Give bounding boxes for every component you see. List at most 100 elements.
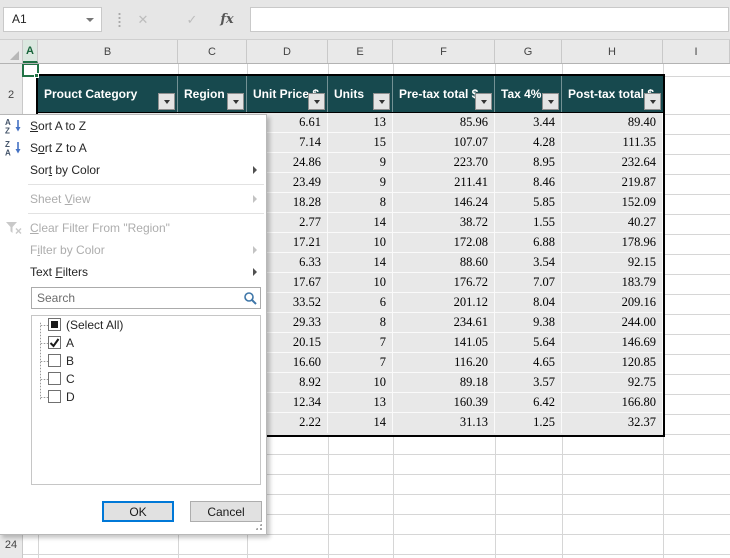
table-cell[interactable]: 3.57 <box>495 373 562 393</box>
menu-item-sort-a-to-z[interactable]: A Z Sort A to Z <box>0 115 266 137</box>
column-header-A[interactable]: A <box>23 40 38 63</box>
table-cell[interactable]: 14 <box>328 253 393 273</box>
table-cell[interactable]: 31.13 <box>393 413 495 433</box>
fill-handle[interactable] <box>34 73 39 78</box>
column-filter-button[interactable] <box>475 93 492 110</box>
filter-value-item[interactable]: (Select All) <box>32 316 260 334</box>
table-cell[interactable]: 8 <box>328 193 393 213</box>
table-cell[interactable]: 13 <box>328 113 393 133</box>
table-cell[interactable]: 3.44 <box>495 113 562 133</box>
menu-item-sort-by-color[interactable]: Sort by Color <box>0 159 266 181</box>
search-input[interactable] <box>31 287 261 309</box>
table-cell[interactable]: 10 <box>328 273 393 293</box>
table-cell[interactable]: 32.37 <box>562 413 663 433</box>
table-cell[interactable]: 176.72 <box>393 273 495 293</box>
table-cell[interactable]: 232.64 <box>562 153 663 173</box>
filter-value-item[interactable]: B <box>32 352 260 370</box>
table-cell[interactable]: 7 <box>328 333 393 353</box>
resize-grip[interactable] <box>254 522 263 531</box>
checkbox-checked[interactable] <box>48 336 61 349</box>
table-cell[interactable]: 1.55 <box>495 213 562 233</box>
table-cell[interactable]: 10 <box>328 373 393 393</box>
table-cell[interactable]: 6.88 <box>495 233 562 253</box>
table-cell[interactable]: 116.20 <box>393 353 495 373</box>
table-cell[interactable]: 89.40 <box>562 113 663 133</box>
table-cell[interactable]: 9.38 <box>495 313 562 333</box>
table-cell[interactable]: 166.80 <box>562 393 663 413</box>
column-header-H[interactable]: H <box>562 40 663 63</box>
column-header-D[interactable]: D <box>247 40 328 63</box>
table-cell[interactable]: 85.96 <box>393 113 495 133</box>
column-header-E[interactable]: E <box>328 40 393 63</box>
checkbox-unchecked[interactable] <box>48 390 61 403</box>
table-cell[interactable]: 14 <box>328 213 393 233</box>
table-cell[interactable]: 146.69 <box>562 333 663 353</box>
cancel-button[interactable]: Cancel <box>190 501 262 522</box>
ok-button[interactable]: OK <box>102 501 174 522</box>
filter-value-item[interactable]: A <box>32 334 260 352</box>
column-filter-button[interactable] <box>542 93 559 110</box>
column-filter-button[interactable] <box>227 93 244 110</box>
table-cell[interactable]: 244.00 <box>562 313 663 333</box>
table-cell[interactable]: 38.72 <box>393 213 495 233</box>
table-cell[interactable]: 14 <box>328 413 393 433</box>
table-cell[interactable]: 4.65 <box>495 353 562 373</box>
table-cell[interactable]: 146.24 <box>393 193 495 213</box>
table-cell[interactable]: 92.15 <box>562 253 663 273</box>
select-all-corner[interactable] <box>0 40 23 63</box>
name-box-dropdown-icon[interactable] <box>86 18 94 22</box>
table-cell[interactable]: 120.85 <box>562 353 663 373</box>
table-cell[interactable]: 234.61 <box>393 313 495 333</box>
column-header-F[interactable]: F <box>393 40 495 63</box>
column-filter-button[interactable] <box>158 93 175 110</box>
table-cell[interactable]: 211.41 <box>393 173 495 193</box>
column-header-B[interactable]: B <box>38 40 178 63</box>
column-header-I[interactable]: I <box>663 40 730 63</box>
formula-bar-input[interactable] <box>250 7 729 32</box>
table-cell[interactable]: 8.95 <box>495 153 562 173</box>
table-cell[interactable]: 8 <box>328 313 393 333</box>
table-cell[interactable]: 5.85 <box>495 193 562 213</box>
table-cell[interactable]: 219.87 <box>562 173 663 193</box>
filter-value-item[interactable]: D <box>32 388 260 406</box>
column-filter-button[interactable] <box>308 93 325 110</box>
menu-item-sort-z-to-a[interactable]: Z A Sort Z to A <box>0 137 266 159</box>
column-filter-button[interactable] <box>644 93 661 110</box>
row-header-24[interactable]: 24 <box>0 534 22 554</box>
table-cell[interactable]: 7.07 <box>495 273 562 293</box>
table-cell[interactable]: 10 <box>328 233 393 253</box>
table-cell[interactable]: 15 <box>328 133 393 153</box>
table-cell[interactable]: 5.64 <box>495 333 562 353</box>
table-cell[interactable]: 89.18 <box>393 373 495 393</box>
filter-value-item[interactable]: C <box>32 370 260 388</box>
table-cell[interactable]: 8.04 <box>495 293 562 313</box>
table-cell[interactable]: 6.42 <box>495 393 562 413</box>
table-cell[interactable]: 6 <box>328 293 393 313</box>
checkbox-unchecked[interactable] <box>48 354 61 367</box>
table-cell[interactable]: 3.54 <box>495 253 562 273</box>
checkbox-unchecked[interactable] <box>48 372 61 385</box>
table-cell[interactable]: 1.25 <box>495 413 562 433</box>
table-cell[interactable]: 209.16 <box>562 293 663 313</box>
table-cell[interactable]: 178.96 <box>562 233 663 253</box>
table-cell[interactable]: 111.35 <box>562 133 663 153</box>
column-header-C[interactable]: C <box>178 40 247 63</box>
table-cell[interactable]: 4.28 <box>495 133 562 153</box>
checkbox-indeterminate[interactable] <box>48 318 61 331</box>
table-cell[interactable]: 223.70 <box>393 153 495 173</box>
column-header-G[interactable]: G <box>495 40 562 63</box>
table-cell[interactable]: 92.75 <box>562 373 663 393</box>
table-cell[interactable]: 9 <box>328 153 393 173</box>
table-cell[interactable]: 141.05 <box>393 333 495 353</box>
table-cell[interactable]: 9 <box>328 173 393 193</box>
table-cell[interactable]: 40.27 <box>562 213 663 233</box>
formula-bar-splitter[interactable] <box>118 12 121 28</box>
column-filter-button[interactable] <box>373 93 390 110</box>
table-cell[interactable]: 13 <box>328 393 393 413</box>
insert-function-icon[interactable]: fx <box>216 7 238 32</box>
table-cell[interactable]: 152.09 <box>562 193 663 213</box>
table-cell[interactable]: 183.79 <box>562 273 663 293</box>
table-cell[interactable]: 201.12 <box>393 293 495 313</box>
table-cell[interactable]: 8.46 <box>495 173 562 193</box>
name-box[interactable]: A1 <box>3 7 102 32</box>
